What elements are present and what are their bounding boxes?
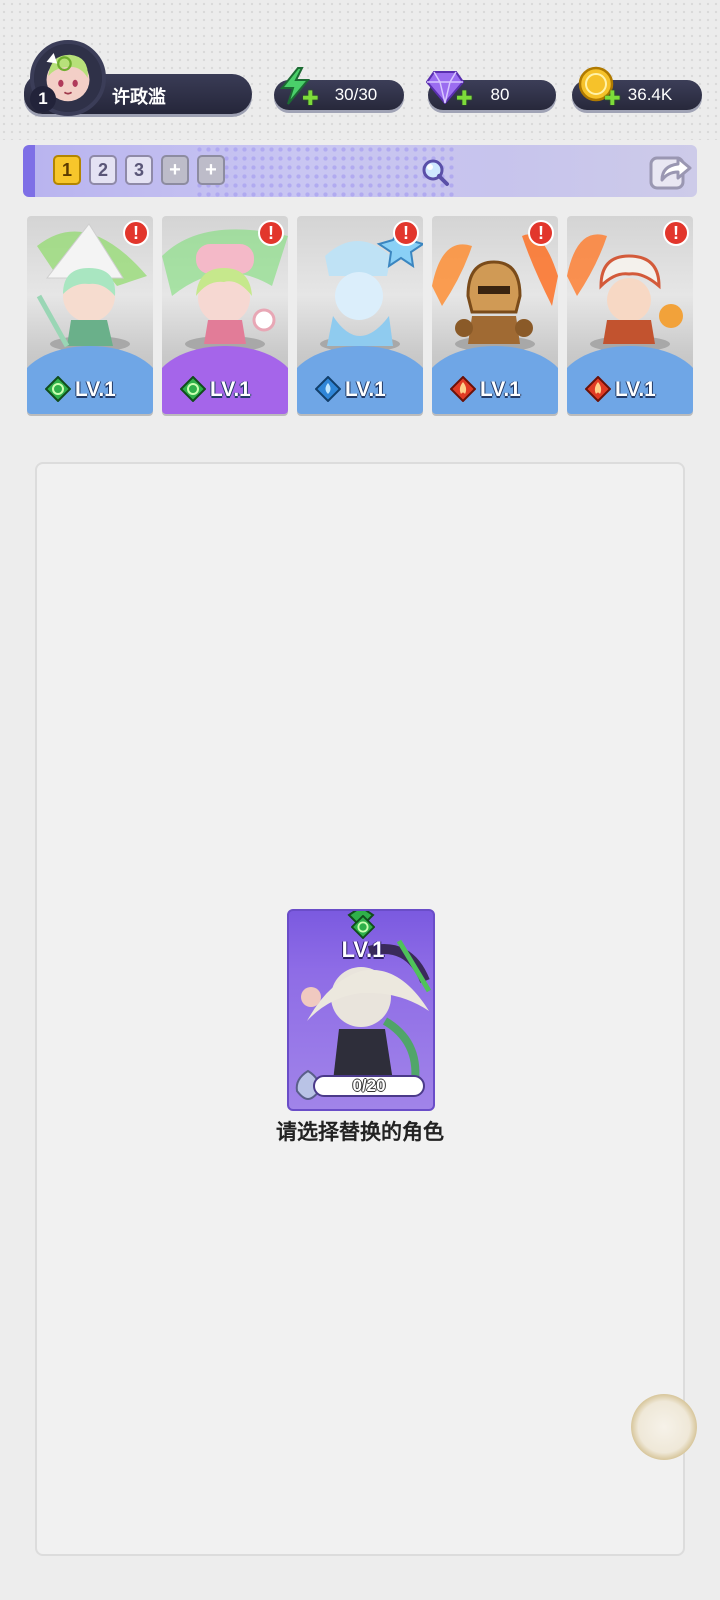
gems-value: 80 xyxy=(490,85,510,104)
shard-progress-bar: 0/20 xyxy=(313,1075,425,1097)
character-card-1[interactable]: ! LV.1 xyxy=(27,216,153,414)
character-card-2[interactable]: ! LV.1 xyxy=(162,216,288,414)
player-name: 许政滥 xyxy=(112,87,166,108)
team-tab-1[interactable]: 1 xyxy=(53,155,81,185)
card-level-label: LV.1 xyxy=(480,378,521,401)
notification-badge: ! xyxy=(663,220,689,246)
fire-element-icon xyxy=(585,376,611,402)
character-card-5[interactable]: ! LV.1 xyxy=(567,216,693,414)
team-tab-add-1[interactable]: + xyxy=(161,155,189,185)
team-tab-3[interactable]: 3 xyxy=(125,155,153,185)
character-card-3[interactable]: ! LV.1 xyxy=(297,216,423,414)
wind-element-icon xyxy=(351,915,375,939)
wind-element-icon xyxy=(45,376,71,402)
notification-badge: ! xyxy=(123,220,149,246)
notification-badge: ! xyxy=(528,220,554,246)
coins-add-icon[interactable]: ✚ xyxy=(604,86,621,111)
floating-assistant-button[interactable] xyxy=(631,1394,697,1460)
team-tab-add-2[interactable]: + xyxy=(197,155,225,185)
card-level-label: LV.1 xyxy=(615,378,656,401)
energy-add-icon[interactable]: ✚ xyxy=(302,86,319,111)
gems-add-icon[interactable]: ✚ xyxy=(456,86,473,111)
character-card-4[interactable]: ! LV.1 xyxy=(432,216,558,414)
team-bar-pattern xyxy=(195,145,455,197)
select-replacement-prompt: 请选择替换的角色 xyxy=(276,1120,444,1144)
selected-card-level: LV.1 xyxy=(341,937,385,962)
notification-badge: ! xyxy=(393,220,419,246)
card-level-label: LV.1 xyxy=(345,378,386,401)
fire-element-icon xyxy=(450,376,476,402)
card-level-label: LV.1 xyxy=(75,378,116,401)
share-icon[interactable] xyxy=(648,150,692,192)
team-selector-bar: 1 2 3 + + xyxy=(23,145,697,197)
team-tab-2[interactable]: 2 xyxy=(89,155,117,185)
shard-progress-text: 0/20 xyxy=(352,1076,386,1095)
water-element-icon xyxy=(315,376,341,402)
player-level-badge: 1 xyxy=(30,86,56,112)
card-level-label: LV.1 xyxy=(210,378,251,401)
search-icon[interactable] xyxy=(420,157,450,187)
wind-element-icon xyxy=(180,376,206,402)
selected-character-card[interactable]: LV.1 0/20 xyxy=(287,909,435,1111)
notification-badge: ! xyxy=(258,220,284,246)
